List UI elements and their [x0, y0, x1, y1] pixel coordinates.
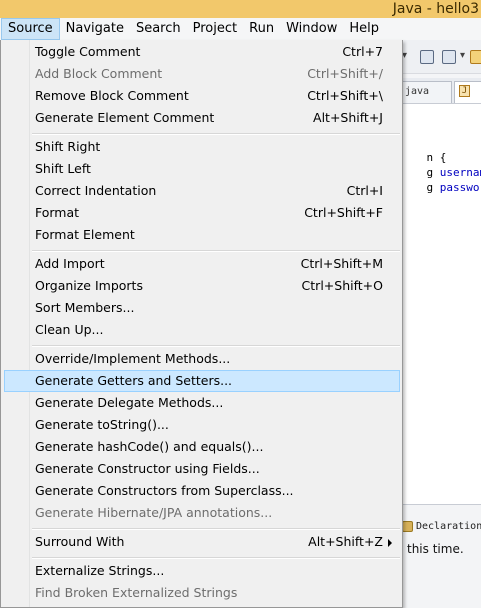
- menu-item-externalize-strings[interactable]: Externalize Strings...: [4, 560, 400, 582]
- menu-item-label: Shift Right: [35, 139, 101, 154]
- menu-item-organize-imports[interactable]: Organize Imports Ctrl+Shift+O: [4, 275, 400, 297]
- code-line: g password;: [400, 168, 481, 207]
- tab-label: java: [405, 86, 430, 97]
- panel-message: this time.: [407, 542, 464, 556]
- menu-run[interactable]: Run: [243, 18, 280, 40]
- menu-separator: [32, 250, 400, 252]
- menu-item-format[interactable]: Format Ctrl+Shift+F: [4, 202, 400, 224]
- declaration-panel: Declaration this time.: [402, 504, 481, 608]
- menu-item-shift-right[interactable]: Shift Right: [4, 136, 400, 158]
- menu-item-label: Override/Implement Methods...: [35, 351, 231, 366]
- main-toolbar: ▾ ▾: [402, 40, 481, 74]
- menu-item-generate-getters-setters[interactable]: Generate Getters and Setters...: [4, 370, 400, 392]
- menu-item-label: Format Element: [35, 227, 135, 242]
- menu-separator: [32, 133, 400, 135]
- java-file-icon: J: [459, 85, 470, 97]
- menu-item-generate-tostring[interactable]: Generate toString()...: [4, 414, 400, 436]
- menu-item-generate-hashcode-equals[interactable]: Generate hashCode() and equals()...: [4, 436, 400, 458]
- menu-separator: [32, 528, 400, 530]
- menu-project[interactable]: Project: [187, 18, 243, 40]
- window-title: Java - hello3: [392, 1, 479, 17]
- field-name: password: [439, 181, 481, 194]
- menu-search[interactable]: Search: [130, 18, 187, 40]
- menu-item-label: Surround With: [35, 534, 125, 549]
- menu-item-label: Add Import: [35, 256, 105, 271]
- menu-item-label: Generate Constructor using Fields...: [35, 461, 260, 476]
- menu-item-add-block-comment[interactable]: Add Block Comment Ctrl+Shift+/: [4, 63, 400, 85]
- menu-item-toggle-comment[interactable]: Toggle Comment Ctrl+7: [4, 41, 400, 63]
- tab-declaration[interactable]: Declaration: [402, 517, 481, 537]
- menu-item-shift-left[interactable]: Shift Left: [4, 158, 400, 180]
- menu-item-remove-block-comment[interactable]: Remove Block Comment Ctrl+Shift+\: [4, 85, 400, 107]
- menu-item-label: Toggle Comment: [35, 44, 141, 59]
- menu-item-label: Format: [35, 205, 80, 220]
- menu-item-shortcut: Alt+Shift+Z: [308, 534, 383, 549]
- declaration-icon: [402, 520, 413, 532]
- menu-item-label: Shift Left: [35, 161, 91, 176]
- menu-item-label: Clean Up...: [35, 322, 104, 337]
- source-menu: Toggle Comment Ctrl+7 Add Block Comment …: [0, 40, 403, 608]
- menu-item-label: Add Block Comment: [35, 66, 163, 81]
- menu-item-add-import[interactable]: Add Import Ctrl+Shift+M: [4, 253, 400, 275]
- toolbar-forward-icon[interactable]: [470, 50, 481, 64]
- menu-item-label: Remove Block Comment: [35, 88, 189, 103]
- menu-item-shortcut: Alt+Shift+J: [313, 110, 383, 125]
- menu-item-label: Sort Members...: [35, 300, 135, 315]
- code-editor[interactable]: n { g username; g password;: [402, 104, 481, 504]
- dropdown-arrow-icon[interactable]: ▾: [460, 50, 465, 61]
- menu-separator: [32, 557, 400, 559]
- code-text: g: [426, 181, 440, 194]
- menu-item-label: Find Broken Externalized Strings: [35, 585, 238, 600]
- menu-item-label: Generate Getters and Setters...: [35, 373, 233, 388]
- menu-source[interactable]: Source: [1, 18, 60, 40]
- menu-item-label: Generate Constructors from Superclass...: [35, 483, 294, 498]
- menu-item-generate-constructors-superclass[interactable]: Generate Constructors from Superclass...: [4, 480, 400, 502]
- menu-item-label: Generate hashCode() and equals()...: [35, 439, 264, 454]
- menu-item-shortcut: Ctrl+Shift+O: [301, 278, 383, 293]
- menu-separator: [32, 345, 400, 347]
- menu-item-find-broken-externalized-strings[interactable]: Find Broken Externalized Strings: [4, 582, 400, 604]
- menu-item-label: Externalize Strings...: [35, 563, 165, 578]
- editor-tabs: java J *: [400, 78, 481, 117]
- menu-item-shortcut: Ctrl+7: [342, 44, 383, 59]
- menu-item-label: Generate Delegate Methods...: [35, 395, 224, 410]
- menu-item-label: Correct Indentation: [35, 183, 157, 198]
- menu-navigate[interactable]: Navigate: [60, 18, 130, 40]
- menu-item-shortcut: Ctrl+Shift+\: [307, 88, 383, 103]
- submenu-arrow-icon: [388, 539, 392, 547]
- menu-item-clean-up[interactable]: Clean Up...: [4, 319, 400, 341]
- menu-item-generate-hibernate-jpa[interactable]: Generate Hibernate/JPA annotations...: [4, 502, 400, 524]
- menu-item-label: Generate Element Comment: [35, 110, 215, 125]
- menu-window[interactable]: Window: [280, 18, 343, 40]
- menu-item-shortcut: Ctrl+Shift+/: [307, 66, 383, 81]
- menu-item-correct-indentation[interactable]: Correct Indentation Ctrl+I: [4, 180, 400, 202]
- menu-item-generate-constructor-fields[interactable]: Generate Constructor using Fields...: [4, 458, 400, 480]
- toolbar-panel-icon[interactable]: [442, 50, 456, 64]
- menu-item-surround-with[interactable]: Surround With Alt+Shift+Z: [4, 531, 400, 553]
- tab-label: Declaration: [416, 521, 481, 532]
- menu-item-label: Generate toString()...: [35, 417, 169, 432]
- menu-bar: Source Navigate Search Project Run Windo…: [0, 18, 481, 40]
- menu-item-sort-members[interactable]: Sort Members...: [4, 297, 400, 319]
- menu-item-shortcut: Ctrl+Shift+M: [300, 256, 383, 271]
- menu-item-shortcut: Ctrl+I: [346, 183, 383, 198]
- toolbar-view-icon[interactable]: [420, 50, 434, 64]
- menu-item-shortcut: Ctrl+Shift+F: [304, 205, 383, 220]
- menu-item-generate-delegate-methods[interactable]: Generate Delegate Methods...: [4, 392, 400, 414]
- tab-java-file[interactable]: java: [400, 81, 452, 103]
- menu-item-override-implement[interactable]: Override/Implement Methods...: [4, 348, 400, 370]
- menu-item-label: Generate Hibernate/JPA annotations...: [35, 505, 273, 520]
- menu-help[interactable]: Help: [343, 18, 385, 40]
- title-bar: Java - hello3: [0, 0, 481, 18]
- menu-item-generate-element-comment[interactable]: Generate Element Comment Alt+Shift+J: [4, 107, 400, 129]
- menu-item-label: Organize Imports: [35, 278, 143, 293]
- menu-item-format-element[interactable]: Format Element: [4, 224, 400, 246]
- tab-active-file[interactable]: J *: [454, 81, 481, 117]
